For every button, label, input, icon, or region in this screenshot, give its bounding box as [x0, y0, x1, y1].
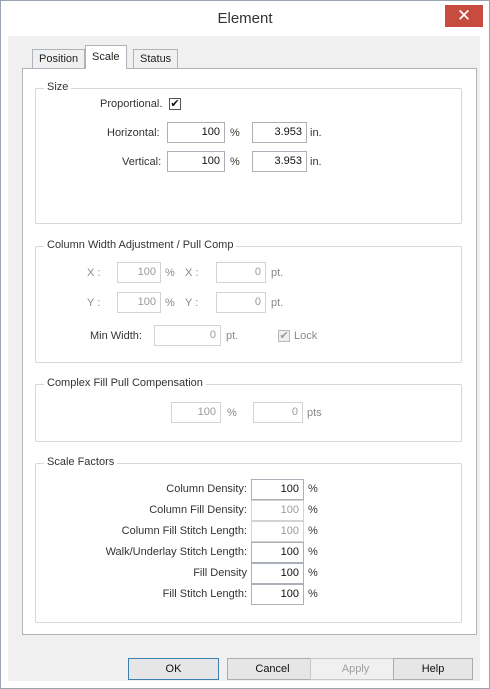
min-width-label: Min Width:	[90, 330, 142, 342]
complex-fill-group: Complex Fill Pull Compensation	[35, 377, 462, 442]
fill-stitch-length-label: Fill Stitch Length:	[162, 588, 247, 600]
vertical-percent-input[interactable]: 100	[167, 151, 225, 172]
fill-density-input[interactable]: 100	[251, 563, 304, 584]
lock-label: Lock	[294, 330, 318, 342]
scale-tab-panel: Size Proportional. ✔ Horizontal: 100 % 3…	[22, 68, 477, 635]
horizontal-percent-input[interactable]: 100	[167, 122, 225, 143]
fill-stitch-length-input[interactable]: 100	[251, 584, 304, 605]
column-y-points-input[interactable]: 0	[216, 292, 266, 313]
vertical-inches-input[interactable]: 3.953	[252, 151, 307, 172]
apply-button[interactable]: Apply	[310, 658, 401, 680]
window-title: Element	[217, 10, 273, 27]
column-x2-label: X :	[185, 267, 199, 279]
horizontal-inches-unit: in.	[310, 127, 322, 139]
complex-fill-percent-unit: %	[227, 407, 237, 419]
column-y2-label: Y :	[185, 297, 199, 309]
size-group-title: Size	[44, 81, 72, 93]
column-density-unit: %	[308, 483, 318, 495]
min-width-input[interactable]: 0	[154, 325, 221, 346]
walk-underlay-stitch-length-label: Walk/Underlay Stitch Length:	[105, 546, 247, 558]
column-y-percent-input[interactable]: 100	[117, 292, 161, 313]
fill-density-unit: %	[308, 567, 318, 579]
complex-fill-percent-input[interactable]: 100	[171, 402, 221, 423]
column-fill-stitch-length-unit: %	[308, 525, 318, 537]
walk-underlay-stitch-length-input[interactable]: 100	[251, 542, 304, 563]
column-y-percent-unit: %	[165, 297, 175, 309]
column-fill-density-label: Column Fill Density:	[149, 504, 247, 516]
complex-fill-group-title: Complex Fill Pull Compensation	[44, 377, 206, 389]
tab-position[interactable]: Position	[32, 49, 86, 69]
column-fill-density-unit: %	[308, 504, 318, 516]
horizontal-label: Horizontal:	[107, 127, 160, 139]
fill-density-label: Fill Density	[193, 567, 247, 579]
vertical-label: Vertical:	[122, 156, 162, 168]
column-fill-stitch-length-label: Column Fill Stitch Length:	[121, 525, 247, 537]
column-x-points-unit: pt.	[271, 267, 284, 279]
column-x-percent-unit: %	[165, 267, 175, 279]
complex-fill-points-unit: pts	[307, 407, 322, 419]
ok-button[interactable]: OK	[128, 658, 219, 680]
walk-underlay-stitch-length-unit: %	[308, 546, 318, 558]
column-x-points-input[interactable]: 0	[216, 262, 266, 283]
proportional-checkbox[interactable]: ✔	[169, 98, 181, 110]
tab-scale[interactable]: Scale	[85, 45, 127, 69]
vertical-inches-unit: in.	[310, 156, 322, 168]
close-icon[interactable]: ✕	[445, 5, 483, 27]
column-fill-density-input[interactable]: 100	[251, 500, 304, 521]
column-y-points-unit: pt.	[271, 297, 284, 309]
help-button[interactable]: Help	[393, 658, 473, 680]
tab-status[interactable]: Status	[133, 49, 179, 69]
column-x-label: X :	[87, 267, 101, 279]
horizontal-inches-input[interactable]: 3.953	[252, 122, 307, 143]
column-width-group-title: Column Width Adjustment / Pull Comp	[44, 239, 237, 251]
column-density-label: Column Density:	[166, 483, 247, 495]
fill-stitch-length-unit: %	[308, 588, 318, 600]
column-density-input[interactable]: 100	[251, 479, 304, 500]
horizontal-percent-unit: %	[230, 127, 240, 139]
complex-fill-points-input[interactable]: 0	[253, 402, 303, 423]
proportional-label: Proportional.	[100, 98, 163, 110]
title-bar[interactable]: Element ✕	[1, 1, 489, 37]
lock-checkbox[interactable]: ✔	[278, 330, 290, 342]
column-y-label: Y :	[87, 297, 101, 309]
cancel-button[interactable]: Cancel	[227, 658, 318, 680]
scale-factors-group-title: Scale Factors	[44, 456, 118, 468]
column-fill-stitch-length-input[interactable]: 100	[251, 521, 304, 542]
column-x-percent-input[interactable]: 100	[117, 262, 161, 283]
vertical-percent-unit: %	[230, 156, 240, 168]
min-width-unit: pt.	[226, 330, 239, 342]
